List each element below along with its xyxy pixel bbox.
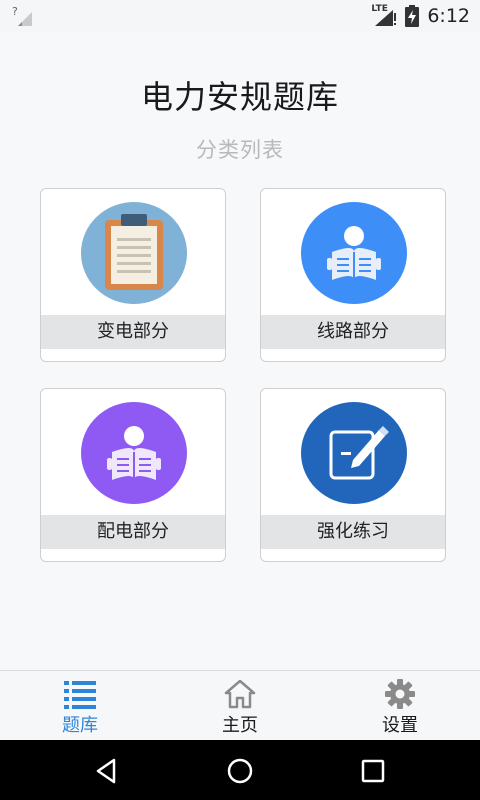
card-icon-circle: [81, 202, 187, 304]
recents-icon[interactable]: [358, 756, 388, 786]
card-label: 强化练习: [261, 515, 445, 549]
lte-signal-indicator: LTE: [371, 4, 397, 27]
card-icon-circle: [81, 402, 187, 504]
system-navigation-bar: [0, 740, 480, 800]
tab-question-bank[interactable]: 题库: [0, 671, 160, 741]
card-icon-circle: [301, 202, 407, 304]
tab-label: 题库: [62, 715, 98, 736]
reading-person-icon: [327, 226, 381, 280]
home-icon: [224, 679, 256, 709]
signal-question-icon: ?: [12, 6, 32, 26]
app-screen: ? LTE 6:12 电力安规题库 分类列表 变电部分 线路部分 配电部分 强化…: [0, 0, 480, 800]
clock-time: 6:12: [427, 5, 470, 27]
page-title: 电力安规题库: [140, 78, 339, 116]
reading-person-icon: [107, 426, 161, 480]
svg-text:?: ?: [12, 6, 18, 18]
tab-label: 主页: [222, 715, 258, 736]
cell-signal-icon: [375, 10, 397, 26]
category-card-substation[interactable]: 变电部分: [40, 188, 226, 362]
category-card-practice[interactable]: 强化练习: [260, 388, 446, 562]
bottom-tab-bar: 题库 主页 设置: [0, 670, 480, 740]
back-icon[interactable]: [92, 756, 122, 786]
category-card-distribution[interactable]: 配电部分: [40, 388, 226, 562]
tab-settings[interactable]: 设置: [320, 671, 480, 741]
signal-unknown-indicator: ?: [12, 4, 36, 26]
edit-pen-icon: [329, 426, 389, 480]
list-icon: [64, 681, 96, 709]
card-label: 变电部分: [41, 315, 225, 349]
clipboard-icon: [105, 214, 163, 290]
home-circle-icon[interactable]: [225, 756, 255, 786]
card-icon-circle: [301, 402, 407, 504]
card-label: 线路部分: [261, 315, 445, 349]
gear-icon: [385, 679, 415, 709]
card-label: 配电部分: [41, 515, 225, 549]
status-bar: ? LTE 6:12: [0, 0, 480, 32]
page-subtitle: 分类列表: [196, 138, 284, 162]
tab-home[interactable]: 主页: [160, 671, 320, 741]
category-card-line[interactable]: 线路部分: [260, 188, 446, 362]
tab-label: 设置: [382, 715, 418, 736]
battery-charging-icon: [405, 5, 420, 27]
